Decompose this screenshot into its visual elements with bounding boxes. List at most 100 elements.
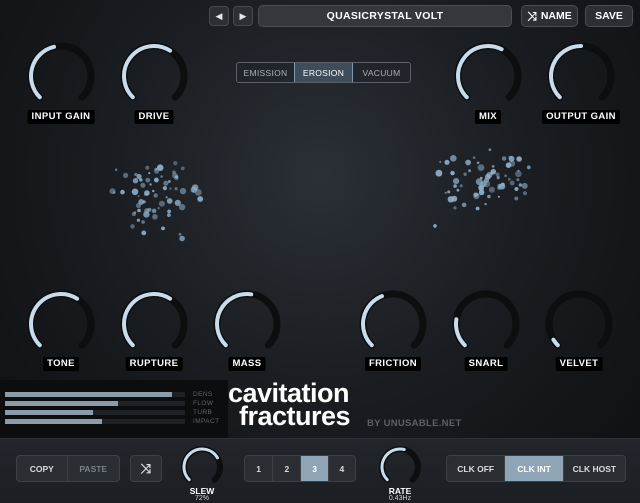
tone-knob[interactable] xyxy=(26,289,96,359)
mode-selector: EMISSION EROSION VACUUM xyxy=(236,62,411,83)
clk-host-button[interactable]: CLK HOST xyxy=(562,456,625,481)
dens-label: DENS xyxy=(193,391,213,398)
turb-meter xyxy=(5,410,94,415)
particle xyxy=(154,177,159,183)
particle xyxy=(132,178,139,184)
particle xyxy=(433,224,437,228)
particle xyxy=(179,235,185,242)
clock-label: CLK INT xyxy=(517,463,551,474)
clk-off-button[interactable]: CLK OFF xyxy=(447,456,504,481)
particle xyxy=(477,164,485,171)
paste-button[interactable]: PASTE xyxy=(66,456,119,481)
particle xyxy=(113,191,116,194)
mode-emission[interactable]: EMISSION xyxy=(237,63,294,82)
particle xyxy=(165,196,168,199)
particle xyxy=(509,180,515,186)
mass-knob[interactable] xyxy=(212,289,282,359)
mix-knob[interactable] xyxy=(453,41,523,111)
slew-knob[interactable] xyxy=(180,445,224,489)
particle xyxy=(154,167,158,171)
clock-selector: CLK OFF CLK INT CLK HOST xyxy=(446,455,626,482)
particle xyxy=(451,195,458,202)
slot-label: 3 xyxy=(312,463,317,474)
friction-knob[interactable] xyxy=(358,289,428,359)
particle xyxy=(172,170,176,175)
mode-erosion[interactable]: EROSION xyxy=(294,63,353,82)
slot-1-button[interactable]: 1 xyxy=(245,456,272,481)
next-preset-button[interactable]: ▶ xyxy=(233,6,253,26)
particle xyxy=(140,182,146,188)
slot-3-button[interactable]: 3 xyxy=(300,456,328,481)
particle xyxy=(516,156,522,162)
copy-button[interactable]: COPY xyxy=(17,456,67,481)
particle xyxy=(514,187,519,191)
particle xyxy=(507,177,511,181)
particle xyxy=(161,226,165,231)
drive-knob[interactable] xyxy=(119,41,189,111)
particle xyxy=(463,172,467,176)
particle xyxy=(144,208,149,214)
particle xyxy=(123,172,129,178)
mass-label: MASS xyxy=(228,357,266,371)
slot-label: 1 xyxy=(256,463,261,474)
dens-meter xyxy=(5,392,173,397)
arrow-right-icon: ▶ xyxy=(239,10,247,21)
particle xyxy=(435,169,443,177)
particle xyxy=(488,148,492,152)
particle xyxy=(491,165,495,168)
particle xyxy=(483,180,491,188)
snarl-knob[interactable] xyxy=(451,289,521,359)
impact-label: IMPACT xyxy=(193,418,220,425)
particle xyxy=(137,195,140,198)
particle xyxy=(139,178,143,182)
particle xyxy=(174,175,179,179)
arrow-left-icon: ◀ xyxy=(215,10,223,21)
particle xyxy=(450,170,455,176)
particle xyxy=(453,184,457,188)
output-gain-knob[interactable] xyxy=(546,41,616,111)
particle-visualizer-left xyxy=(90,135,240,255)
brand-byline: BY UNUSABLE.NET xyxy=(367,418,462,429)
meter-panel: DENS FLOW TURB IMPACT xyxy=(0,380,228,438)
particle xyxy=(518,183,522,187)
paste-label: PASTE xyxy=(79,463,108,474)
mode-vacuum[interactable]: VACUUM xyxy=(353,63,410,82)
particle xyxy=(487,194,491,199)
rate-knob[interactable] xyxy=(378,445,422,489)
particle xyxy=(487,175,491,178)
plugin-window: ◀ ▶ QUASICRYSTAL VOLT ⤨ NAME SAVE EMISSI… xyxy=(0,0,640,503)
velvet-knob[interactable] xyxy=(544,289,614,359)
particle xyxy=(508,155,515,162)
rupture-knob[interactable] xyxy=(119,289,189,359)
tone-label: TONE xyxy=(43,357,79,371)
prev-preset-button[interactable]: ◀ xyxy=(209,6,229,26)
particle xyxy=(130,224,135,229)
clk-int-button[interactable]: CLK INT xyxy=(504,456,563,481)
particle xyxy=(495,172,500,177)
particle xyxy=(488,186,495,193)
particle xyxy=(174,187,178,191)
particle xyxy=(152,214,158,220)
preset-name-display[interactable]: QUASICRYSTAL VOLT xyxy=(258,5,512,27)
particle xyxy=(134,172,138,177)
input-gain-label: INPUT GAIN xyxy=(27,110,95,124)
particle xyxy=(141,230,147,236)
particle xyxy=(131,188,139,196)
copy-paste-group: COPY PASTE xyxy=(16,455,120,482)
particle xyxy=(151,208,157,214)
particle xyxy=(180,166,185,171)
save-button[interactable]: SAVE xyxy=(585,5,633,27)
rupture-label: RUPTURE xyxy=(125,357,183,371)
clock-label: CLK OFF xyxy=(457,463,495,474)
random-name-button[interactable]: ⤨ NAME xyxy=(521,5,578,27)
particle-visualizer-right xyxy=(410,125,560,245)
randomize-button[interactable]: ⤨ xyxy=(130,455,162,482)
slot-2-button[interactable]: 2 xyxy=(272,456,300,481)
particle xyxy=(459,184,463,188)
particle xyxy=(120,189,125,195)
particle xyxy=(158,200,165,207)
particle xyxy=(504,174,507,178)
input-gain-knob[interactable] xyxy=(26,41,96,111)
slot-selector: 1 2 3 4 xyxy=(244,455,356,482)
slot-4-button[interactable]: 4 xyxy=(327,456,355,481)
